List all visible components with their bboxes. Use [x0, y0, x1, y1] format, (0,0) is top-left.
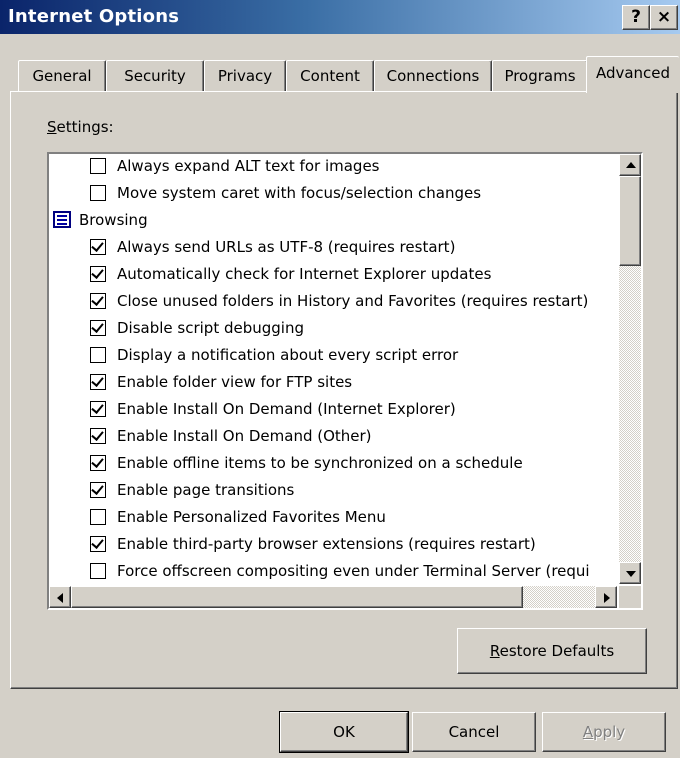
help-button[interactable]: ?	[622, 5, 650, 30]
settings-option-label: Close unused folders in History and Favo…	[117, 292, 589, 310]
category-icon	[53, 211, 71, 228]
checkbox-checked[interactable]	[90, 293, 106, 309]
arrow-right-icon	[604, 593, 610, 603]
close-button[interactable]: ×	[650, 5, 678, 30]
checkbox-checked[interactable]	[90, 266, 106, 282]
settings-option-label: Enable Install On Demand (Internet Explo…	[117, 400, 456, 418]
restore-accelerator: R	[489, 642, 500, 660]
settings-option-label: Enable third-party browser extensions (r…	[117, 535, 536, 553]
settings-option-label: Enable Install On Demand (Other)	[117, 427, 372, 445]
settings-option-label: Enable Personalized Favorites Menu	[117, 508, 386, 526]
settings-option-label: Always expand ALT text for images	[117, 157, 380, 175]
vertical-scrollbar[interactable]	[619, 154, 641, 584]
ok-button[interactable]: OK	[279, 711, 409, 753]
checkbox-checked[interactable]	[90, 239, 106, 255]
scroll-right-button[interactable]	[595, 586, 617, 608]
checkbox-checked[interactable]	[90, 536, 106, 552]
title-bar[interactable]: Internet Options ? ×	[0, 0, 680, 34]
checkbox-checked[interactable]	[90, 482, 106, 498]
settings-option-label: Enable offline items to be synchronized …	[117, 454, 523, 472]
scrollbar-corner	[619, 586, 641, 608]
restore-defaults-label: estore Defaults	[499, 642, 615, 660]
checkbox-unchecked[interactable]	[90, 509, 106, 525]
scroll-down-button[interactable]	[619, 562, 641, 584]
settings-label: Settings:	[47, 118, 114, 136]
settings-accelerator: S	[47, 118, 57, 136]
checkbox-unchecked[interactable]	[90, 185, 106, 201]
tab-content[interactable]: Content	[286, 60, 374, 91]
settings-list: Always expand ALT text for images Move sy…	[49, 156, 617, 584]
checkbox-checked[interactable]	[90, 320, 106, 336]
checkbox-checked[interactable]	[90, 374, 106, 390]
apply-label: pply	[593, 723, 626, 741]
tab-connections[interactable]: Connections	[374, 60, 492, 91]
settings-option-label: Disable script debugging	[117, 319, 304, 337]
horizontal-scroll-thumb[interactable]	[71, 586, 523, 608]
checkbox-unchecked[interactable]	[90, 158, 106, 174]
advanced-tab-panel: Settings: Always expand ALT text for ima…	[10, 91, 678, 689]
tab-advanced[interactable]: Advanced	[586, 56, 679, 93]
vertical-scroll-thumb[interactable]	[619, 176, 641, 266]
settings-option-label: Always send URLs as UTF-8 (requires rest…	[117, 238, 456, 256]
scroll-up-button[interactable]	[619, 154, 641, 176]
settings-label-text: ettings:	[56, 118, 114, 136]
checkbox-checked[interactable]	[90, 401, 106, 417]
apply-accelerator: A	[582, 723, 594, 741]
arrow-up-icon	[626, 162, 636, 168]
scroll-left-button[interactable]	[49, 586, 71, 608]
checkbox-checked[interactable]	[90, 455, 106, 471]
settings-option-label: Enable folder view for FTP sites	[117, 373, 353, 391]
settings-option-label: Automatically check for Internet Explore…	[117, 265, 492, 283]
tab-privacy[interactable]: Privacy	[204, 60, 286, 91]
window-title: Internet Options	[8, 6, 180, 27]
tab-general[interactable]: General	[18, 60, 106, 91]
restore-defaults-button[interactable]: Restore Defaults	[457, 628, 647, 674]
settings-option-label: Move system caret with focus/selection c…	[117, 184, 482, 202]
horizontal-scrollbar[interactable]	[49, 586, 617, 608]
apply-button[interactable]: Apply	[542, 712, 666, 752]
tab-strip: General Security Privacy Content Connect…	[18, 56, 680, 93]
settings-option-label: Browsing	[79, 211, 148, 229]
checkbox-unchecked[interactable]	[90, 347, 106, 363]
settings-option-label: Force offscreen compositing even under T…	[117, 562, 590, 580]
arrow-down-icon	[626, 571, 636, 577]
settings-option-label: Enable page transitions	[117, 481, 295, 499]
checkbox-unchecked[interactable]	[90, 563, 106, 579]
cancel-button[interactable]: Cancel	[412, 712, 536, 752]
tab-security[interactable]: Security	[106, 60, 204, 91]
checkbox-checked[interactable]	[90, 428, 106, 444]
tab-programs[interactable]: Programs	[492, 60, 588, 91]
settings-option-label: Display a notification about every scrip…	[117, 346, 459, 364]
arrow-left-icon	[57, 593, 63, 603]
settings-listbox[interactable]: Always expand ALT text for images Move sy…	[47, 152, 643, 610]
